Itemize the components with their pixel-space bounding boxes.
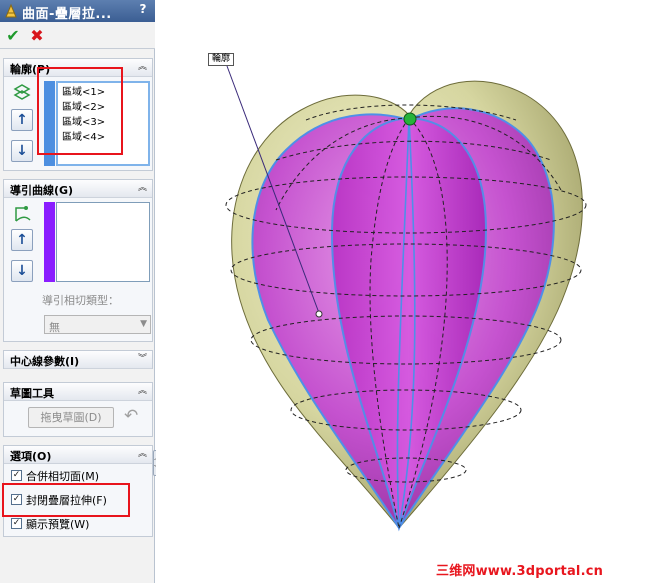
collapse-chevron-icon[interactable]: ︽ [136,384,149,398]
expand-chevron-icon[interactable]: ︾ [136,352,149,366]
tangency-type-select[interactable]: 無 ▼ [44,315,151,334]
collapse-chevron-icon[interactable]: ︽ [136,60,149,74]
loft-surface-icon [3,3,19,19]
sketch-tools-section-header[interactable]: 草圖工具 ︽ [4,383,152,401]
app-window: 曲面-疊層拉... ? ✔ ✖ 輪廓(P) ︽ ↑ ↓ 區域<1> 區域<2> … [0,0,654,583]
close-loft-highlight-box [2,483,130,517]
property-manager-panel: 曲面-疊層拉... ? ✔ ✖ 輪廓(P) ︽ ↑ ↓ 區域<1> 區域<2> … [0,0,155,583]
guide-section-title: 導引曲線(G) [10,184,74,197]
move-down-button[interactable]: ↓ [11,260,33,282]
sketch-tools-section-title: 草圖工具 [10,387,54,400]
profile-highlight-box [37,67,123,155]
merge-tangent-faces-checkbox[interactable]: ✓ [11,470,22,481]
confirm-bar: ✔ ✖ [0,22,155,49]
graphics-viewport[interactable] [156,0,654,583]
guide-section-header[interactable]: 導引曲線(G) ︽ [4,180,152,198]
sketch-tools-section: 草圖工具 ︽ 拖曳草圖(D) ↶ [3,382,153,437]
heart-surface-model [225,65,587,532]
guide-color-bar [44,202,55,282]
show-preview-label: 顯示預覽(W) [26,518,90,531]
move-up-button[interactable]: ↑ [11,229,33,251]
options-section-title: 選項(O) [10,450,52,463]
move-down-button[interactable]: ↓ [11,140,33,162]
site-watermark: 三维网www.3dportal.cn [436,564,604,579]
options-section-header[interactable]: 選項(O) ︽ [4,446,152,464]
show-preview-checkbox[interactable]: ✓ [11,518,22,529]
undo-icon[interactable]: ↶ [124,406,138,426]
centerline-section-header[interactable]: 中心線參數(I) ︾ [4,351,152,369]
profile-callout-label[interactable]: 輪廓 [208,53,235,66]
tangency-type-label: 導引相切類型： [42,294,119,307]
help-button[interactable]: ? [135,2,151,19]
collapse-chevron-icon[interactable]: ︽ [136,447,149,461]
guide-curve-icon [12,204,34,224]
ok-button[interactable]: ✔ [3,26,23,46]
chevron-down-icon: ▼ [140,319,147,329]
move-up-button[interactable]: ↑ [11,109,33,131]
panel-title-bar: 曲面-疊層拉... ? [0,0,155,22]
drag-sketch-button[interactable]: 拖曳草圖(D) [28,407,114,428]
tangency-type-value: 無 [49,321,60,334]
merge-tangent-faces-label: 合併相切面(M) [26,470,100,483]
cancel-button[interactable]: ✖ [27,26,47,46]
collapse-chevron-icon[interactable]: ︽ [136,181,149,195]
centerline-section-title: 中心線參數(I) [10,355,80,368]
profile-selection-icon [12,82,32,102]
guide-curves-section: 導引曲線(G) ︽ ↑ ↓ 導引相切類型： 無 ▼ [3,179,153,342]
panel-title: 曲面-疊層拉... [22,7,112,22]
guide-curve-list[interactable] [56,202,150,282]
centerline-section: 中心線參數(I) ︾ [3,350,153,369]
